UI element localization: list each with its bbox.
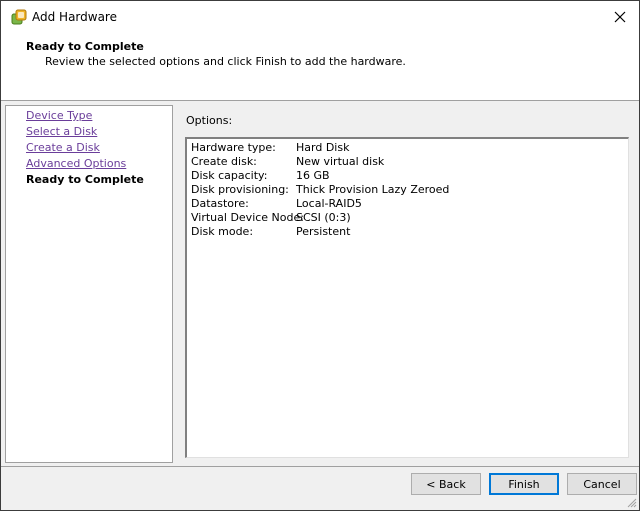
nav-step-select-disk[interactable]: Select a Disk [26, 125, 97, 138]
content-pane: Options: Hardware type: Hard Disk Create… [178, 105, 637, 463]
vm-hardware-icon [11, 9, 27, 25]
window-title: Add Hardware [32, 10, 117, 24]
close-button[interactable] [605, 4, 635, 30]
option-key: Hardware type: [191, 141, 276, 154]
option-key: Virtual Device Node: [191, 211, 304, 224]
options-label: Options: [186, 114, 233, 127]
option-key: Create disk: [191, 155, 257, 168]
option-value: Hard Disk [296, 141, 350, 154]
option-key: Disk provisioning: [191, 183, 289, 196]
option-value: 16 GB [296, 169, 330, 182]
nav-step-ready-to-complete: Ready to Complete [26, 173, 144, 186]
option-value: New virtual disk [296, 155, 385, 168]
title-bar[interactable]: Add Hardware [1, 1, 639, 33]
options-summary-box[interactable]: Hardware type: Hard Disk Create disk: Ne… [185, 137, 629, 458]
cancel-button[interactable]: Cancel [567, 473, 637, 495]
option-value: Persistent [296, 225, 351, 238]
option-key: Disk mode: [191, 225, 254, 238]
nav-step-create-disk[interactable]: Create a Disk [26, 141, 100, 154]
resize-grip-icon[interactable] [625, 496, 637, 508]
page-subtitle: Review the selected options and click Fi… [45, 55, 406, 68]
option-value: Thick Provision Lazy Zeroed [296, 183, 450, 196]
finish-button[interactable]: Finish [489, 473, 559, 495]
close-icon [614, 11, 626, 23]
wizard-steps-nav: Device Type Select a Disk Create a Disk … [5, 105, 173, 463]
option-key: Datastore: [191, 197, 249, 210]
nav-step-advanced-options[interactable]: Advanced Options [26, 157, 126, 170]
option-key: Disk capacity: [191, 169, 268, 182]
back-button[interactable]: < Back [411, 473, 481, 495]
page-title: Ready to Complete [26, 40, 144, 53]
option-value: Local-RAID5 [296, 197, 362, 210]
wizard-header: Ready to Complete Review the selected op… [1, 33, 639, 101]
footer-divider [1, 466, 639, 467]
nav-step-device-type[interactable]: Device Type [26, 109, 92, 122]
add-hardware-dialog: Add Hardware Ready to Complete Review th… [0, 0, 640, 511]
option-value: SCSI (0:3) [296, 211, 351, 224]
